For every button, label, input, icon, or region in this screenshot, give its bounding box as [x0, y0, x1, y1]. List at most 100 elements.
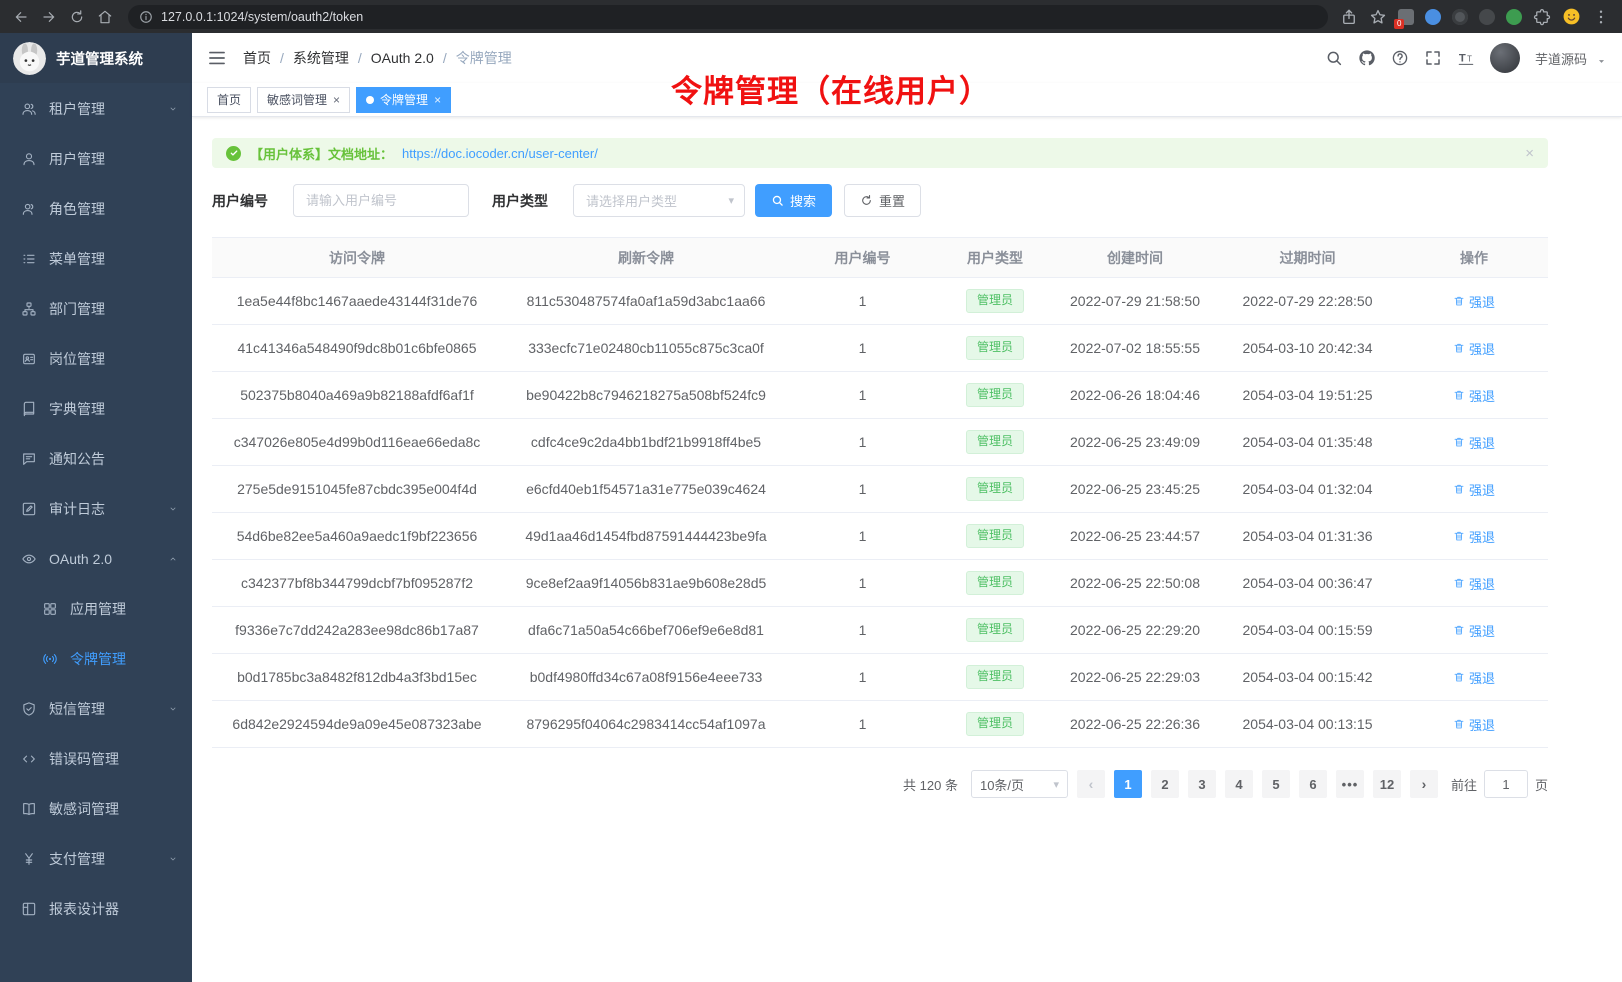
font-size-icon[interactable]: TT: [1457, 49, 1475, 67]
tab-敏感词管理[interactable]: 敏感词管理 ×: [257, 87, 350, 113]
page-button-2[interactable]: 2: [1151, 770, 1179, 798]
address-bar[interactable]: 127.0.0.1:1024/system/oauth2/token: [128, 5, 1328, 29]
sidebar-item-label: 敏感词管理: [49, 799, 179, 819]
user-name[interactable]: 芋道源码: [1535, 49, 1587, 68]
sidebar-item-oauth2[interactable]: OAuth 2.0: [0, 534, 192, 584]
breadcrumb-item[interactable]: 系统管理: [293, 48, 349, 68]
tab-label: 敏感词管理: [267, 91, 327, 108]
bookmark-star-icon[interactable]: [1369, 8, 1387, 26]
user-id-cell: 1: [790, 654, 935, 701]
close-icon[interactable]: ×: [434, 94, 441, 106]
sidebar-item-label: 通知公告: [49, 449, 179, 469]
browser-reload-icon[interactable]: [66, 7, 88, 27]
oauth-icon: [21, 551, 37, 567]
alert-doc-link[interactable]: https://doc.iocoder.cn/user-center/: [402, 146, 598, 161]
sidebar-item-error-code[interactable]: 错误码管理: [0, 734, 192, 784]
chevron-down-icon[interactable]: [1596, 56, 1607, 67]
page-button-5[interactable]: 5: [1262, 770, 1290, 798]
extension-dark-icon[interactable]: [1452, 9, 1468, 25]
close-icon[interactable]: ×: [333, 94, 340, 106]
tab-令牌管理[interactable]: 令牌管理 ×: [356, 87, 451, 113]
sidebar-item-oauth2-app[interactable]: 应用管理: [0, 584, 192, 634]
extensions-puzzle-icon[interactable]: [1533, 8, 1551, 26]
force-logout-button[interactable]: 强退: [1453, 386, 1495, 405]
next-page-button[interactable]: ›: [1410, 770, 1438, 798]
tab-label: 令牌管理: [380, 91, 428, 108]
prev-page-button[interactable]: ‹: [1077, 770, 1105, 798]
sidebar-item-pay[interactable]: 支付管理: [0, 834, 192, 884]
force-logout-button[interactable]: 强退: [1453, 574, 1495, 593]
force-logout-button[interactable]: 强退: [1453, 527, 1495, 546]
table-row: 6d842e2924594de9a09e45e087323abe8796295f…: [212, 701, 1548, 748]
sidebar-menu: 租户管理用户管理角色管理菜单管理部门管理岗位管理字典管理通知公告审计日志OAut…: [0, 83, 192, 982]
search-button[interactable]: 搜索: [755, 184, 832, 217]
force-logout-label: 强退: [1469, 292, 1495, 311]
extension-badged-icon[interactable]: 0: [1398, 9, 1414, 25]
sidebar-item-tenant[interactable]: 租户管理: [0, 84, 192, 134]
tab-首页[interactable]: 首页: [207, 87, 251, 113]
goto-page-input[interactable]: [1484, 770, 1528, 798]
user-id-input[interactable]: [293, 184, 469, 217]
search-icon[interactable]: [1325, 49, 1343, 67]
sidebar-item-label: 字典管理: [49, 399, 179, 419]
refresh-token-cell: cdfc4ce9c2da4bb1bdf21b9918ff4be5: [502, 419, 790, 466]
reset-button[interactable]: 重置: [844, 184, 921, 217]
sidebar-item-dept[interactable]: 部门管理: [0, 284, 192, 334]
sidebar-item-menu[interactable]: 菜单管理: [0, 234, 192, 284]
sidebar-item-sensitive-word[interactable]: 敏感词管理: [0, 784, 192, 834]
sidebar-item-notice[interactable]: 通知公告: [0, 434, 192, 484]
user-type-badge: 管理员: [966, 477, 1024, 501]
page-button-6[interactable]: 6: [1299, 770, 1327, 798]
browser-menu-icon[interactable]: [1592, 8, 1610, 26]
profile-avatar-icon[interactable]: [1562, 7, 1581, 26]
page-size-select[interactable]: 10条/页 ▾: [971, 770, 1068, 798]
user-type-badge: 管理员: [966, 712, 1024, 736]
sidebar-item-role[interactable]: 角色管理: [0, 184, 192, 234]
sidebar-item-oauth2-token[interactable]: 令牌管理: [0, 634, 192, 684]
force-logout-button[interactable]: 强退: [1453, 433, 1495, 452]
force-logout-button[interactable]: 强退: [1453, 621, 1495, 640]
extension-dark2-icon[interactable]: [1479, 9, 1495, 25]
svg-text:T: T: [1459, 52, 1466, 64]
page-button-12[interactable]: 12: [1373, 770, 1401, 798]
force-logout-button[interactable]: 强退: [1453, 480, 1495, 499]
extension-blue-icon[interactable]: [1425, 9, 1441, 25]
force-logout-button[interactable]: 强退: [1453, 292, 1495, 311]
more-pages-button[interactable]: •••: [1336, 770, 1364, 798]
page-button-3[interactable]: 3: [1188, 770, 1216, 798]
sidebar-item-audit-log[interactable]: 审计日志: [0, 484, 192, 534]
sensitive-icon: [21, 801, 37, 817]
sidebar-item-dict[interactable]: 字典管理: [0, 384, 192, 434]
sidebar-item-user[interactable]: 用户管理: [0, 134, 192, 184]
sidebar-item-post[interactable]: 岗位管理: [0, 334, 192, 384]
user-type-select[interactable]: 请选择用户类型 ▾: [573, 184, 745, 217]
force-logout-button[interactable]: 强退: [1453, 339, 1495, 358]
refresh-token-cell: e6cfd40eb1f54571a31e775e039c4624: [502, 466, 790, 513]
share-icon[interactable]: [1340, 8, 1358, 26]
browser-back-icon[interactable]: [10, 7, 32, 27]
browser-home-icon[interactable]: [94, 7, 116, 27]
sidebar-item-sms[interactable]: 短信管理: [0, 684, 192, 734]
sidebar-item-report-designer[interactable]: 报表设计器: [0, 884, 192, 934]
github-icon[interactable]: [1358, 49, 1376, 67]
breadcrumb-item[interactable]: 首页: [243, 48, 271, 68]
browser-forward-icon[interactable]: [38, 7, 60, 27]
app-logo[interactable]: 芋道管理系统: [0, 33, 192, 83]
expire-time-cell: 2022-07-29 22:28:50: [1215, 278, 1400, 325]
tenant-icon: [21, 101, 37, 117]
site-info-icon[interactable]: [139, 10, 153, 24]
force-logout-button[interactable]: 强退: [1453, 668, 1495, 687]
extension-green-icon[interactable]: [1506, 9, 1522, 25]
page-button-1[interactable]: 1: [1114, 770, 1142, 798]
hamburger-icon[interactable]: [207, 48, 227, 68]
help-icon[interactable]: [1391, 49, 1409, 67]
close-icon[interactable]: ×: [1525, 145, 1534, 162]
sidebar: 芋道管理系统 租户管理用户管理角色管理菜单管理部门管理岗位管理字典管理通知公告审…: [0, 33, 192, 982]
sidebar-item-label: 菜单管理: [49, 249, 179, 269]
user-id-cell: 1: [790, 607, 935, 654]
force-logout-button[interactable]: 强退: [1453, 715, 1495, 734]
fullscreen-icon[interactable]: [1424, 49, 1442, 67]
page-button-4[interactable]: 4: [1225, 770, 1253, 798]
user-avatar[interactable]: [1490, 43, 1520, 73]
breadcrumb-item[interactable]: OAuth 2.0: [371, 50, 434, 66]
